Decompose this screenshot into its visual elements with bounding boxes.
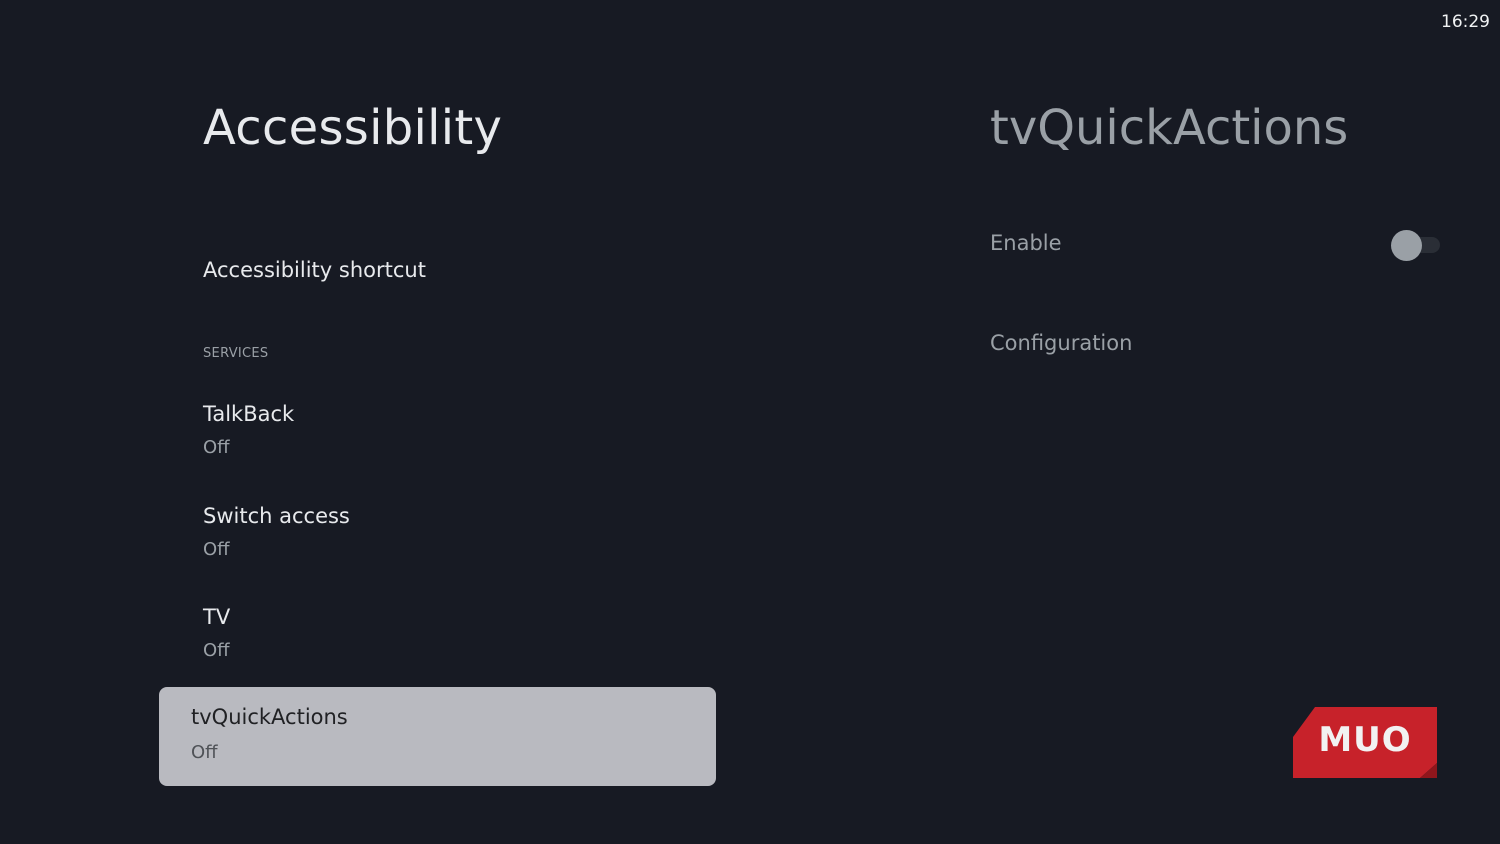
menu-item-status: Off <box>203 437 230 458</box>
muo-logo-text: MUO <box>1318 720 1412 760</box>
menu-item-accessibility-shortcut[interactable]: Accessibility shortcut <box>203 258 426 282</box>
menu-item-talkback[interactable]: TalkBack Off <box>203 402 294 458</box>
tv-settings-screen: 16:29 Accessibility Accessibility shortc… <box>0 0 1500 844</box>
menu-item-label: TV <box>203 605 231 629</box>
menu-item-label: Accessibility shortcut <box>203 258 426 282</box>
enable-row[interactable]: Enable <box>990 231 1062 255</box>
menu-item-status: Off <box>203 640 230 661</box>
section-header-services: SERVICES <box>203 346 269 361</box>
menu-item-switch-access[interactable]: Switch access Off <box>203 504 350 560</box>
menu-item-status: Off <box>191 742 218 763</box>
menu-item-label: tvQuickActions <box>191 705 348 729</box>
page-title: Accessibility <box>203 100 503 156</box>
detail-title: tvQuickActions <box>990 100 1349 156</box>
enable-label: Enable <box>990 231 1062 255</box>
toggle-thumb <box>1391 230 1422 261</box>
menu-item-tvquickactions-focused[interactable]: tvQuickActions Off <box>159 687 716 786</box>
menu-item-label: Switch access <box>203 504 350 528</box>
configuration-label: Configuration <box>990 331 1133 355</box>
enable-toggle-switch[interactable] <box>1390 229 1442 261</box>
status-clock: 16:29 <box>1441 12 1490 32</box>
menu-item-tv[interactable]: TV Off <box>203 605 230 661</box>
menu-item-label: TalkBack <box>203 402 295 426</box>
muo-logo: MUO <box>1293 707 1437 778</box>
menu-item-status: Off <box>203 539 230 560</box>
configuration-row[interactable]: Configuration <box>990 331 1132 355</box>
